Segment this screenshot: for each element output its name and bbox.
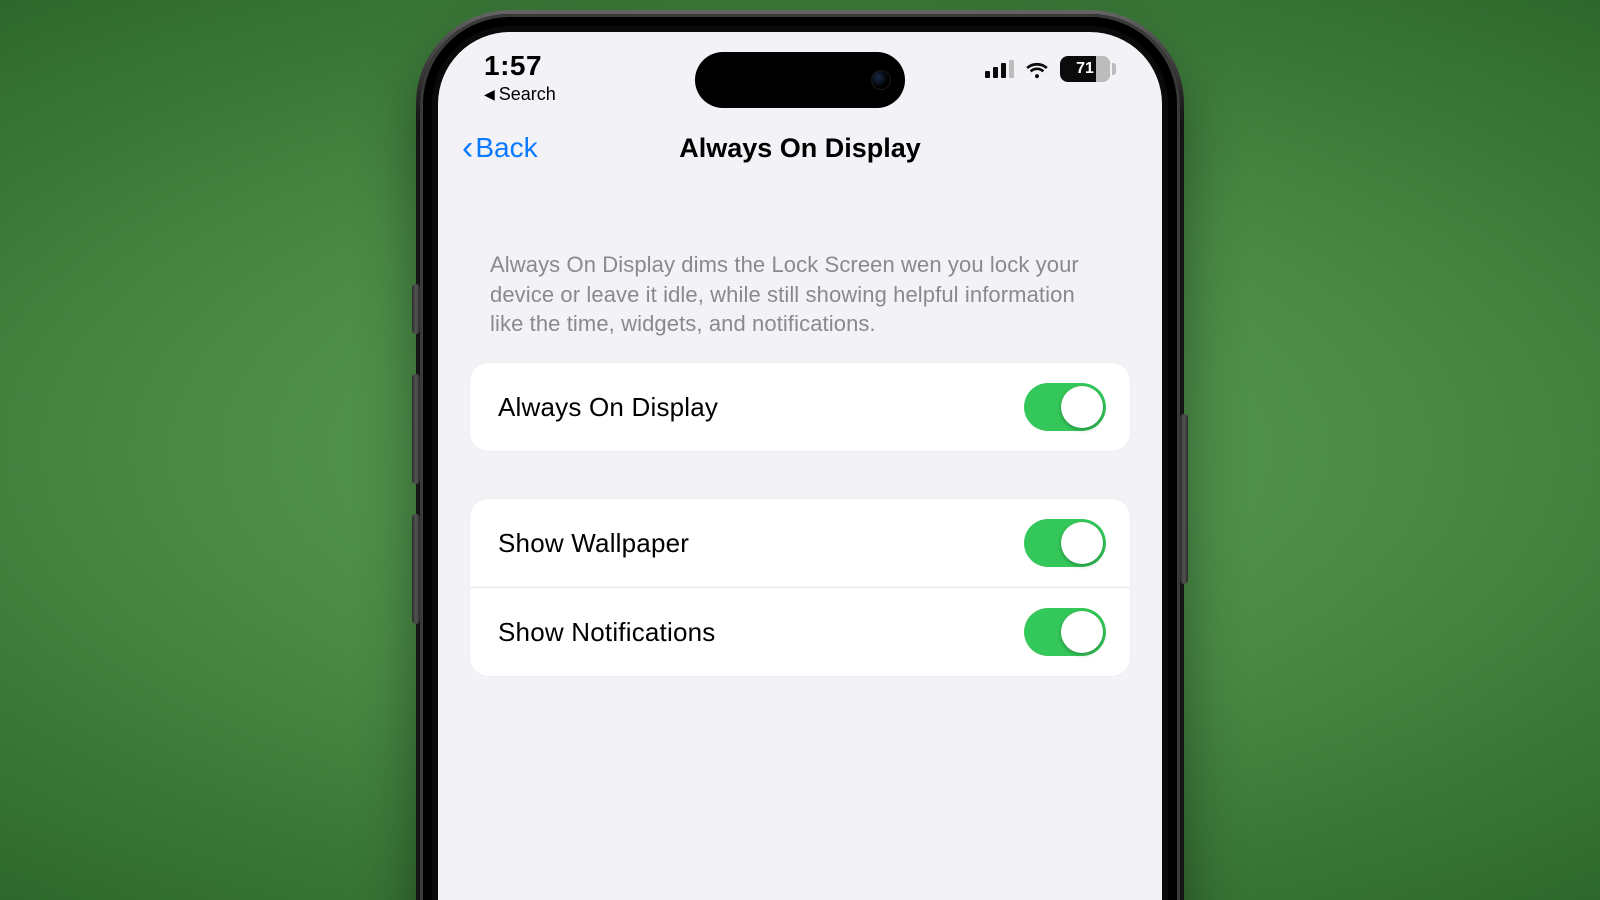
section-description: Always On Display dims the Lock Screen w… (470, 250, 1130, 363)
cellular-signal-icon (985, 60, 1014, 78)
status-time: 1:57 (484, 50, 556, 82)
power-button[interactable] (1180, 414, 1188, 584)
toggle-always-on-display[interactable] (1024, 383, 1106, 431)
settings-content: Always On Display dims the Lock Screen w… (438, 180, 1162, 676)
front-camera-icon (871, 70, 891, 90)
screen: 1:57 ◀ Search 71 (438, 32, 1162, 900)
breadcrumb-back-to-search[interactable]: ◀ Search (484, 84, 556, 105)
settings-group: Always On Display (470, 363, 1130, 451)
dynamic-island (695, 52, 905, 108)
battery-indicator: 71 (1060, 56, 1116, 82)
back-button[interactable]: ‹ Back (462, 131, 538, 165)
phone-frame: 1:57 ◀ Search 71 (420, 14, 1180, 900)
settings-group: Show Wallpaper Show Notifications (470, 499, 1130, 676)
row-show-wallpaper: Show Wallpaper (470, 499, 1130, 587)
page-title: Always On Display (679, 133, 921, 164)
row-label: Show Wallpaper (498, 528, 689, 559)
battery-percent: 71 (1076, 60, 1094, 78)
row-show-notifications: Show Notifications (470, 587, 1130, 676)
volume-down-button[interactable] (412, 514, 420, 624)
mute-switch[interactable] (412, 284, 420, 334)
toggle-show-notifications[interactable] (1024, 608, 1106, 656)
row-always-on-display: Always On Display (470, 363, 1130, 451)
row-label: Always On Display (498, 392, 718, 423)
wifi-icon (1024, 59, 1050, 79)
toggle-show-wallpaper[interactable] (1024, 519, 1106, 567)
chevron-left-icon: ‹ (462, 131, 473, 165)
navigation-bar: ‹ Back Always On Display (438, 116, 1162, 180)
back-button-label: Back (475, 132, 537, 164)
row-label: Show Notifications (498, 617, 715, 648)
volume-up-button[interactable] (412, 374, 420, 484)
breadcrumb-label: Search (499, 84, 556, 105)
breadcrumb-arrow-icon: ◀ (484, 86, 495, 103)
